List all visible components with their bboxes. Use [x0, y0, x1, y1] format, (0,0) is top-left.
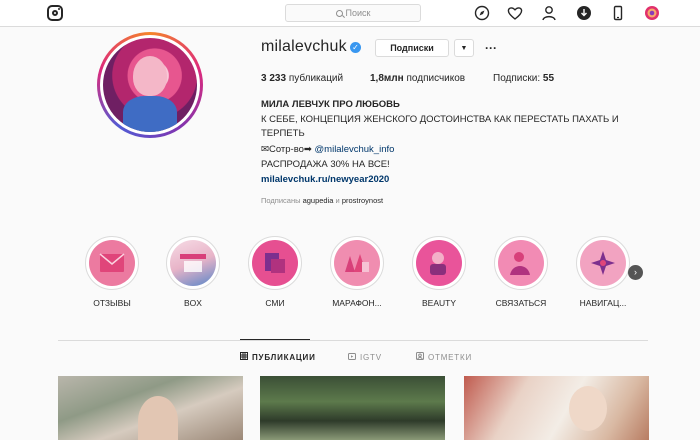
highlight-item[interactable]: МАРАФОН... [330, 236, 384, 308]
highlight-label: СМИ [265, 298, 285, 308]
post-thumbnail[interactable] [58, 376, 243, 440]
highlight-label: МАРАФОН... [332, 298, 382, 308]
post-thumbnail[interactable] [464, 376, 649, 440]
post-thumbnail[interactable] [260, 376, 445, 440]
highlight-item[interactable]: BEAUTY [412, 236, 466, 308]
tab-igtv[interactable]: IGTV [348, 352, 382, 362]
top-nav: Поиск [0, 0, 700, 27]
highlight-item[interactable]: СВЯЗАТЬСЯ [494, 236, 548, 308]
verified-badge-icon: ✓ [350, 42, 361, 53]
igtv-icon [348, 352, 356, 362]
bio-text: К СЕБЕ, КОНЦЕПЦИЯ ЖЕНСКОГО ДОСТОИНСТВА К… [261, 114, 619, 139]
tab-posts[interactable]: ПУБЛИКАЦИИ [240, 352, 316, 362]
envelope-icon [89, 240, 135, 286]
instagram-logo-icon[interactable] [47, 5, 63, 21]
highlight-ring [166, 236, 220, 290]
bio-coop-prefix: ✉Сотр-во➡ [261, 144, 312, 155]
profile-avatar [103, 38, 197, 132]
search-input[interactable]: Поиск [285, 4, 421, 22]
followed-by[interactable]: Подписаны agupedia и prostroynost [261, 196, 383, 205]
bio-sale-text: РАСПРОДАЖА 30% НА ВСЕ! [261, 159, 390, 170]
highlight-ring [85, 236, 139, 290]
posts-label: публикаций [288, 73, 344, 84]
bio-mention-link[interactable]: @milalevchuk_info [315, 144, 395, 155]
tab-tagged[interactable]: ОТМЕТКИ [416, 352, 472, 362]
highlight-item[interactable]: НАВИГАЦ... [576, 236, 630, 308]
highlight-ring [248, 236, 302, 290]
tab-label: ОТМЕТКИ [428, 352, 473, 362]
media-icon [252, 240, 298, 286]
posts-stat: 3 233 публикаций [261, 73, 343, 84]
tab-label: IGTV [360, 352, 382, 362]
beauty-icon [416, 240, 462, 286]
phone-icon[interactable] [610, 5, 626, 21]
highlight-label: ОТЗЫВЫ [93, 298, 131, 308]
chevron-down-icon[interactable]: ▼ [454, 39, 474, 57]
tab-bar [58, 340, 648, 341]
contact-icon [498, 240, 544, 286]
account-avatar-icon[interactable] [644, 5, 660, 21]
marathon-icon [334, 240, 380, 286]
following-stat[interactable]: Подписки: 55 [493, 73, 554, 84]
highlight-ring [576, 236, 630, 290]
highlight-label: СВЯЗАТЬСЯ [495, 298, 547, 308]
search-icon [335, 9, 343, 17]
compass-star-icon [580, 240, 626, 286]
highlight-label: BOX [184, 298, 202, 308]
followed-user-1[interactable]: agupedia [303, 196, 334, 205]
download-icon[interactable] [576, 5, 592, 21]
chevron-right-icon[interactable]: › [628, 265, 643, 280]
bio-cooperation: ✉Сотр-во➡ @milalevchuk_info [261, 143, 394, 157]
followers-label: подписчиков [406, 73, 466, 84]
highlight-item[interactable]: BOX [166, 236, 220, 308]
highlight-item[interactable]: ОТЗЫВЫ [85, 236, 139, 308]
bio-website-link[interactable]: milalevchuk.ru/newyear2020 [261, 173, 389, 187]
following-count: 55 [542, 73, 555, 84]
highlight-ring [494, 236, 548, 290]
grid-icon [240, 352, 248, 362]
compass-icon[interactable] [474, 5, 490, 21]
avatar-frame [100, 35, 200, 135]
followers-stat[interactable]: 1,8млн подписчиков [370, 73, 465, 84]
active-tab-indicator [240, 339, 310, 340]
posts-count: 3 233 [261, 73, 287, 84]
profile-avatar-ring[interactable] [97, 32, 203, 138]
following-label: Подписки: [493, 73, 541, 84]
bio-full-name: МИЛА ЛЕВЧУК ПРО ЛЮБОВЬ [261, 99, 400, 110]
more-options-icon[interactable]: ··· [484, 39, 498, 57]
highlight-ring [330, 236, 384, 290]
followed-prefix: Подписаны [261, 196, 301, 205]
highlight-label: BEAUTY [421, 298, 456, 308]
highlight-label: НАВИГАЦ... [579, 298, 627, 308]
following-button[interactable]: Подписки [375, 39, 449, 57]
tab-label: ПУБЛИКАЦИИ [252, 352, 316, 362]
tag-icon [416, 352, 424, 362]
heart-icon[interactable] [507, 5, 523, 21]
profile-icon[interactable] [541, 5, 557, 21]
followed-joiner: и [335, 196, 340, 205]
profile-username: milalevchuk [261, 38, 347, 55]
box-thumbnail [170, 240, 216, 286]
followed-user-2[interactable]: prostroynost [342, 196, 383, 205]
followers-count: 1,8млн [370, 73, 404, 84]
search-placeholder: Поиск [345, 8, 371, 18]
highlight-item[interactable]: СМИ [248, 236, 302, 308]
highlight-ring [412, 236, 466, 290]
